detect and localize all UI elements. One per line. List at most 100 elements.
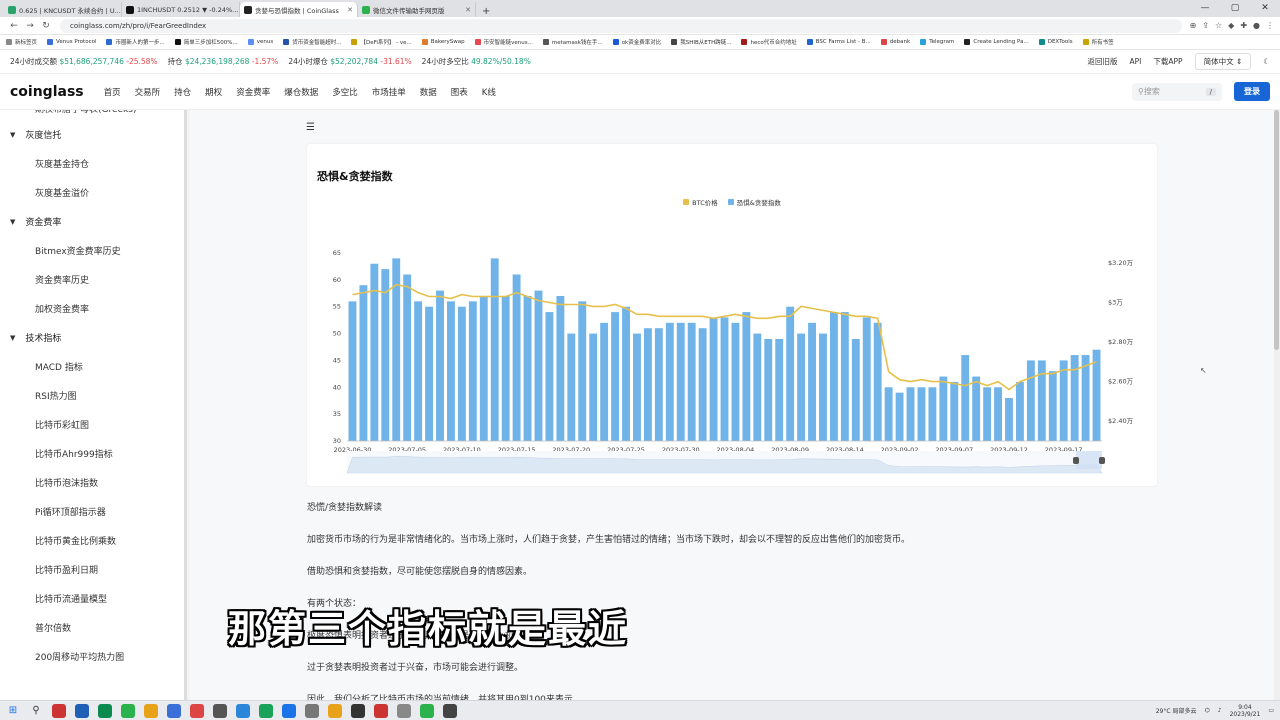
wechat-icon[interactable]: [121, 703, 135, 718]
bookmark-item[interactable]: 我SHIB从ETH跨链...: [671, 38, 731, 46]
tab-close-icon[interactable]: ✕: [344, 6, 353, 14]
sidebar-item[interactable]: 200周移动平均热力图: [0, 642, 186, 671]
sidebar-item[interactable]: 比特币流通量模型: [0, 584, 186, 613]
bookmark-item[interactable]: 货币资金智能超时...: [283, 38, 341, 46]
share-icon[interactable]: ⇪: [1202, 21, 1209, 30]
sidebar-item[interactable]: 普尔倍数: [0, 613, 186, 642]
weather-text[interactable]: 29°C 局部多云: [1156, 706, 1197, 715]
app-icon[interactable]: [351, 703, 365, 718]
bookmark-item[interactable]: debank: [880, 39, 910, 45]
nav-item[interactable]: 期权: [205, 86, 222, 98]
moon-icon[interactable]: ☾: [1263, 57, 1270, 66]
clock[interactable]: 9:04 2023/9/21: [1230, 704, 1261, 718]
browser-tab[interactable]: 1INCHUSDT 0.2512 ▼ -0.24%...✕: [122, 2, 240, 17]
puzzle-icon[interactable]: ✚: [1240, 21, 1247, 30]
nav-item[interactable]: 资金费率: [236, 86, 270, 98]
bookmark-item[interactable]: heco代币合约地址: [741, 38, 797, 46]
language-select[interactable]: 简体中文 ⇕: [1194, 53, 1252, 70]
header-link[interactable]: 下载APP: [1153, 56, 1182, 67]
app-icon[interactable]: [236, 703, 250, 718]
bookmark-item[interactable]: 所有书签: [1082, 38, 1114, 46]
bookmark-star-icon[interactable]: ☆: [1215, 21, 1222, 30]
nav-item[interactable]: 首页: [104, 86, 121, 98]
sidebar-scrollbar[interactable]: [184, 110, 187, 700]
nav-item[interactable]: 市场挂单: [372, 86, 406, 98]
settings-icon[interactable]: [305, 703, 319, 718]
app-icon[interactable]: [213, 703, 227, 718]
header-link[interactable]: 返回旧版: [1088, 56, 1118, 67]
sidebar-item-partial[interactable]: 期权希腊字母表(Greeks): [0, 110, 186, 120]
bookmark-item[interactable]: Telegram: [920, 39, 954, 45]
sidebar-item[interactable]: 加权资金费率: [0, 294, 186, 323]
back-icon[interactable]: ←: [6, 21, 22, 31]
app-icon[interactable]: [420, 703, 434, 718]
app-icon[interactable]: [75, 703, 89, 718]
bookmark-item[interactable]: ok资金费率对比: [612, 38, 661, 46]
bookmark-item[interactable]: BakerySwap: [421, 39, 465, 45]
search-input[interactable]: ⚲ 搜索 /: [1132, 82, 1222, 101]
nav-item[interactable]: 交易所: [135, 86, 161, 98]
nav-item[interactable]: 持仓: [174, 86, 191, 98]
app-icon[interactable]: [52, 703, 66, 718]
sidebar-item[interactable]: 比特币彩虹图: [0, 410, 186, 439]
page-scrollbar[interactable]: [1274, 110, 1280, 700]
app-icon[interactable]: [190, 703, 204, 718]
bookmark-item[interactable]: 币安智能链venus...: [474, 38, 533, 46]
bookmark-item[interactable]: 币圈新人的第一步...: [106, 38, 165, 46]
bookmark-item[interactable]: venus: [247, 39, 273, 45]
search-icon[interactable]: ⚲: [29, 704, 43, 718]
bookmark-item[interactable]: BSC Farms List - B...: [806, 39, 871, 45]
url-input[interactable]: coinglass.com/zh/pro/i/FearGreedIndex: [60, 18, 1182, 33]
sidebar-item[interactable]: 比特币黄金比例乘数: [0, 526, 186, 555]
forward-icon[interactable]: →: [22, 21, 38, 31]
profile-icon[interactable]: ●: [1253, 21, 1260, 30]
nav-item[interactable]: 图表: [451, 86, 468, 98]
browser-tab[interactable]: 微信文件传输助手网页版 ✕: [358, 2, 476, 17]
bookmark-item[interactable]: Venus Protocol: [47, 39, 96, 45]
sidebar-item[interactable]: 灰度基金持仓: [0, 149, 186, 178]
sidebar-item[interactable]: MACD 指标: [0, 352, 186, 381]
sidebar-group[interactable]: ▼ 资金费率: [0, 207, 186, 236]
browser-tab[interactable]: 0.625 | KNCUSDT 永续合约 | U...✕: [4, 2, 122, 17]
header-link[interactable]: API: [1130, 57, 1142, 66]
browser-tab[interactable]: 贪婪与恐惧指数 | CoinGlass ✕: [240, 2, 358, 17]
app-icon[interactable]: [259, 703, 273, 718]
bookmark-item[interactable]: Create Lending Pa...: [964, 39, 1029, 45]
maximize-icon[interactable]: ▢: [1220, 0, 1250, 17]
toc-menu-icon[interactable]: ☰: [306, 122, 315, 133]
bookmark-item[interactable]: metamask钱在手...: [542, 38, 603, 46]
app-icon[interactable]: [374, 703, 388, 718]
tab-close-icon[interactable]: ✕: [462, 6, 471, 14]
app-icon[interactable]: [282, 703, 296, 718]
close-window-icon[interactable]: ✕: [1250, 0, 1280, 17]
sidebar-item[interactable]: 比特币Ahr999指标: [0, 439, 186, 468]
bookmark-item[interactable]: 新标签页: [6, 38, 37, 46]
extension-icon[interactable]: ◆: [1228, 21, 1234, 30]
bookmark-item[interactable]: DEXTools: [1038, 39, 1073, 45]
bookmark-item[interactable]: 简单三步加杠500%...: [174, 38, 238, 46]
notification-icon[interactable]: ▭: [1268, 707, 1274, 714]
sidebar-group[interactable]: ▼ 灰度信托: [0, 120, 186, 149]
site-logo[interactable]: coinglass: [10, 84, 84, 100]
nav-item[interactable]: 多空比: [332, 86, 358, 98]
login-button[interactable]: 登录: [1234, 82, 1270, 101]
nav-item[interactable]: K线: [482, 86, 496, 98]
app-icon[interactable]: [167, 703, 181, 718]
chrome-icon[interactable]: [144, 703, 158, 718]
sidebar-item[interactable]: RSI热力图: [0, 381, 186, 410]
menu-dots-icon[interactable]: ⋮: [1266, 21, 1274, 30]
network-icon[interactable]: ⌬: [1204, 707, 1209, 714]
sidebar-item[interactable]: 资金费率历史: [0, 265, 186, 294]
app-icon[interactable]: [397, 703, 411, 718]
sidebar-group[interactable]: ▼ 技术指标: [0, 323, 186, 352]
scrollbar-thumb[interactable]: [1274, 110, 1279, 350]
new-tab-button[interactable]: +: [476, 6, 496, 17]
volume-icon[interactable]: ♪: [1218, 707, 1222, 714]
zoom-icon[interactable]: ⊕: [1190, 21, 1197, 30]
sidebar-item[interactable]: 比特币盈利日期: [0, 555, 186, 584]
app-icon[interactable]: [443, 703, 457, 718]
chrome-icon[interactable]: [328, 703, 342, 718]
app-icon[interactable]: [98, 703, 112, 718]
minimize-icon[interactable]: —: [1190, 0, 1220, 17]
sidebar-item[interactable]: Bitmex资金费率历史: [0, 236, 186, 265]
